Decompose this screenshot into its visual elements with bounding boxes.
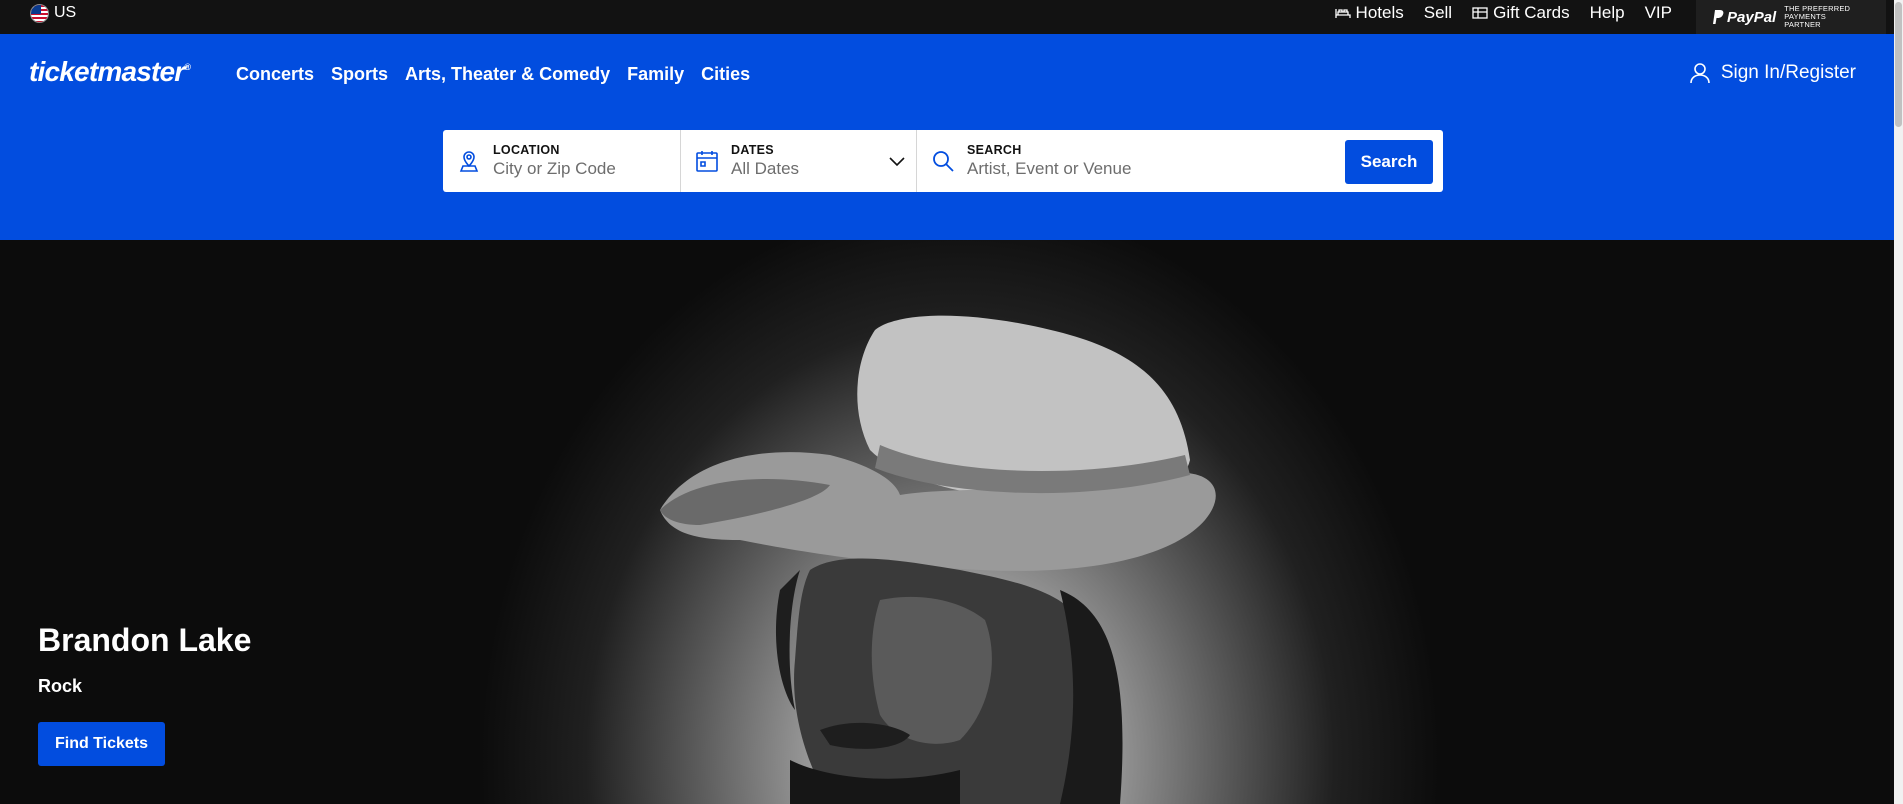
nav-cities[interactable]: Cities bbox=[701, 64, 750, 85]
bed-icon bbox=[1334, 9, 1351, 18]
sell-link[interactable]: Sell bbox=[1424, 3, 1452, 23]
search-label: SEARCH bbox=[967, 143, 1022, 157]
hotels-label: Hotels bbox=[1355, 3, 1404, 22]
region-label: US bbox=[54, 4, 77, 21]
utility-links: Hotels Sell Gift Cards Help VIP bbox=[1334, 0, 1672, 26]
find-tickets-button[interactable]: Find Tickets bbox=[38, 722, 165, 766]
sign-in-label: Sign In/Register bbox=[1720, 62, 1856, 83]
artist-photo bbox=[660, 315, 1216, 804]
hero-title: Brandon Lake bbox=[38, 622, 252, 658]
help-label: Help bbox=[1589, 3, 1625, 22]
hotels-link[interactable]: Hotels bbox=[1334, 3, 1404, 23]
event-search-bar: LOCATION DATES All Dates SEARCH Search bbox=[443, 130, 1443, 192]
vip-link[interactable]: VIP bbox=[1645, 3, 1672, 23]
paypal-partner-badge[interactable]: PayPal The Preferred Payments Partner bbox=[1696, 0, 1886, 34]
location-pin-icon bbox=[459, 151, 479, 172]
sign-in-register-button[interactable]: Sign In/Register bbox=[1689, 62, 1856, 84]
dates-label: DATES bbox=[731, 143, 774, 157]
page-scrollbar[interactable] bbox=[1894, 0, 1903, 804]
main-nav: Concerts Sports Arts, Theater & Comedy F… bbox=[236, 64, 750, 85]
nav-family[interactable]: Family bbox=[627, 64, 684, 85]
paypal-brand: PayPal bbox=[1727, 8, 1777, 26]
help-link[interactable]: Help bbox=[1590, 3, 1625, 23]
search-icon bbox=[933, 151, 954, 172]
ticketmaster-logo[interactable]: ticketmaster® bbox=[29, 56, 191, 88]
region-selector[interactable]: US bbox=[30, 0, 76, 26]
us-flag-icon bbox=[30, 3, 49, 23]
paypal-icon bbox=[1713, 9, 1724, 24]
gift-card-icon bbox=[1472, 7, 1488, 19]
search-input[interactable] bbox=[967, 159, 1327, 179]
registered-mark: ® bbox=[184, 62, 191, 72]
dates-value: All Dates bbox=[731, 159, 800, 178]
site-header: ticketmaster® Concerts Sports Arts, Thea… bbox=[0, 34, 1894, 240]
paypal-tagline: The Preferred Payments Partner bbox=[1784, 4, 1851, 29]
gift-cards-link[interactable]: Gift Cards bbox=[1472, 3, 1570, 23]
user-icon bbox=[1690, 63, 1710, 84]
search-field[interactable]: SEARCH Search bbox=[916, 130, 1443, 192]
sell-label: Sell bbox=[1423, 3, 1453, 22]
paypal-logo: PayPal bbox=[1712, 9, 1776, 26]
nav-arts-theater-comedy[interactable]: Arts, Theater & Comedy bbox=[405, 64, 610, 85]
nav-sports[interactable]: Sports bbox=[331, 64, 388, 85]
hero-banner: Brandon Lake Rock Find Tickets bbox=[0, 240, 1894, 804]
nav-concerts[interactable]: Concerts bbox=[236, 64, 314, 85]
scrollbar-thumb[interactable] bbox=[1895, 2, 1902, 127]
calendar-icon bbox=[696, 151, 718, 172]
dates-dropdown[interactable]: DATES All Dates bbox=[680, 130, 916, 192]
location-field[interactable]: LOCATION bbox=[443, 130, 713, 192]
gift-cards-label: Gift Cards bbox=[1493, 3, 1570, 22]
logo-text: ticketmaster bbox=[29, 56, 185, 87]
search-button[interactable]: Search bbox=[1345, 140, 1433, 184]
chevron-down-icon bbox=[889, 157, 905, 167]
hero-genre: Rock bbox=[38, 676, 83, 696]
utility-bar: US Hotels Sell Gift Cards Help VIP PayPa… bbox=[0, 0, 1894, 34]
vip-label: VIP bbox=[1644, 3, 1672, 22]
